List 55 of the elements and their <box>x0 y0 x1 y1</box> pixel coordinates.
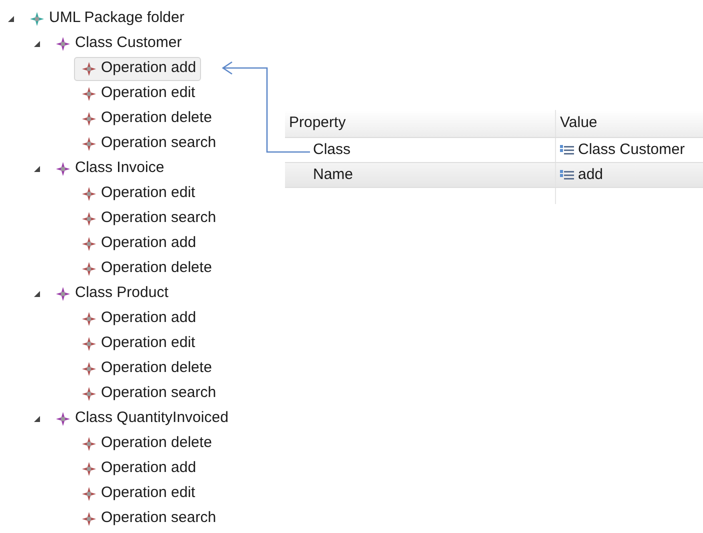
tree-item[interactable]: Class Product <box>48 282 174 306</box>
table-cell: Name <box>285 163 556 187</box>
tree-item[interactable]: Class Customer <box>48 32 187 56</box>
cell-value: add <box>578 164 604 185</box>
operation-icon <box>82 236 96 250</box>
expanded-arrow-icon[interactable] <box>33 164 41 172</box>
tree-item[interactable]: Class Invoice <box>48 156 170 180</box>
operation-icon <box>82 262 96 276</box>
table-cell: Class <box>285 138 556 162</box>
tree-item[interactable]: Operation edit <box>74 482 200 506</box>
class-icon <box>56 36 70 50</box>
tree-item[interactable]: Operation delete <box>74 256 217 280</box>
tree-item[interactable]: Operation delete <box>74 356 217 380</box>
column-header[interactable]: Property <box>285 110 556 137</box>
expanded-arrow-icon[interactable] <box>33 414 41 422</box>
list-icon <box>560 170 574 180</box>
operation-icon <box>82 312 96 326</box>
operation-icon <box>82 436 96 450</box>
operation-icon <box>82 136 96 150</box>
cell-value: Class Customer <box>578 140 685 160</box>
operation-icon <box>82 86 96 100</box>
column-header[interactable]: Value <box>556 110 703 137</box>
operation-icon <box>82 386 96 400</box>
tree-item[interactable]: Operation delete <box>74 432 217 456</box>
tree-item[interactable]: Operation search <box>74 382 222 406</box>
tree-item[interactable]: Operation add <box>74 306 202 330</box>
operation-icon <box>82 186 96 200</box>
tree-item[interactable]: Operation add <box>74 456 202 480</box>
class-icon <box>56 412 70 426</box>
tree-item[interactable]: Class QuantityInvoiced <box>48 406 234 430</box>
tree-item[interactable]: Operation edit <box>74 182 200 206</box>
tree-item[interactable]: Operation add <box>74 56 202 80</box>
tree-item[interactable]: UML Package folder <box>22 6 190 30</box>
tree-item[interactable]: Operation edit <box>74 82 200 106</box>
operation-icon <box>82 112 96 126</box>
operation-icon <box>82 62 96 76</box>
tree-item[interactable]: Operation edit <box>74 332 200 356</box>
operation-icon <box>82 462 96 476</box>
tree-item[interactable]: Operation search <box>74 206 222 230</box>
tree-item[interactable]: Operation search <box>74 506 222 530</box>
operation-icon <box>82 362 96 376</box>
expanded-arrow-icon[interactable] <box>33 290 41 298</box>
list-icon <box>560 144 574 156</box>
expanded-arrow-icon[interactable] <box>7 14 15 22</box>
operation-icon <box>82 512 96 526</box>
tree-item[interactable]: Operation search <box>74 132 222 156</box>
operation-icon <box>82 212 96 226</box>
operation-icon <box>82 336 96 350</box>
tree-item[interactable]: Operation delete <box>74 106 217 130</box>
expanded-arrow-icon[interactable] <box>33 40 41 48</box>
class-icon <box>56 286 70 300</box>
operation-icon <box>82 486 96 500</box>
class-icon <box>56 162 70 176</box>
tree-item[interactable]: Operation add <box>74 232 202 256</box>
package-icon <box>30 12 44 26</box>
